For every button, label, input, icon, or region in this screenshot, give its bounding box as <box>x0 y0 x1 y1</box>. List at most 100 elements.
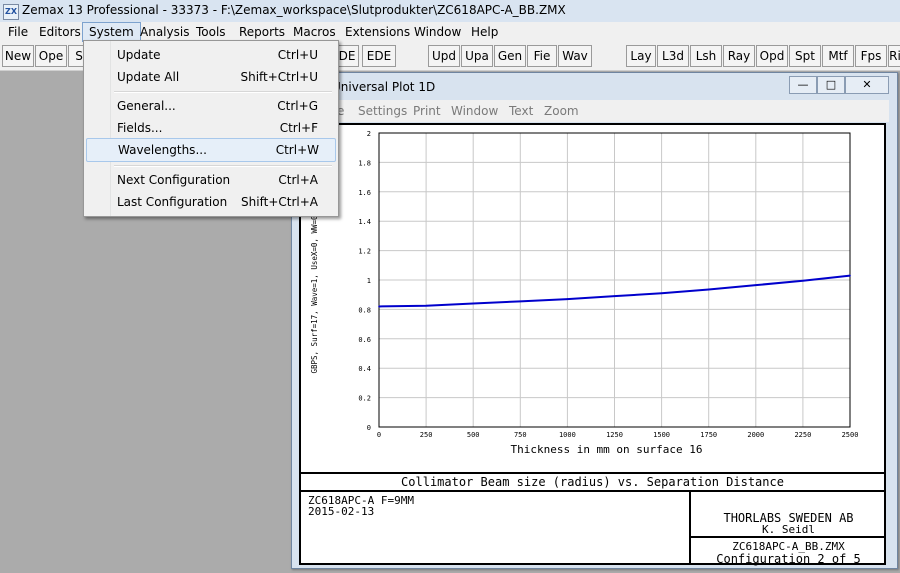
plot-window-menu: e Settings Print Window Text Zoom <box>299 100 889 122</box>
y-tick-label: 0.4 <box>358 365 371 373</box>
menu-item-next-configuration-label: Next Configuration <box>117 173 231 187</box>
x-axis-label: Thickness in mm on surface 16 <box>510 443 702 456</box>
data-point <box>707 288 710 291</box>
y-tick-label: 0.2 <box>358 395 371 403</box>
toolbar-fps-button[interactable]: Fps <box>855 45 887 67</box>
toolbar-opd-button[interactable]: Opd <box>756 45 788 67</box>
y-tick-label: 1.4 <box>358 218 371 226</box>
minimize-icon[interactable]: — <box>789 76 817 94</box>
data-point <box>613 295 616 297</box>
x-tick-label: 2000 <box>747 431 764 439</box>
menu-file[interactable]: File <box>2 23 34 41</box>
plot-area: 0 250 500 750 1000 1250 1500 1750 2000 2250 2500 0 0… <box>299 123 886 566</box>
menu-bar: File Editors System Analysis Tools Repor… <box>0 22 900 42</box>
plot-info-box: Collimator Beam size (radius) vs. Separa… <box>301 472 886 566</box>
toolbar-mtf-button[interactable]: Mtf <box>822 45 854 67</box>
y-tick-label: 2 <box>367 130 371 138</box>
menu-separator <box>114 165 332 167</box>
data-point <box>566 298 569 300</box>
menu-item-general-shortcut: Ctrl+G <box>277 99 318 113</box>
plot-menu-settings[interactable]: Settings <box>358 104 407 118</box>
toolbar-lsh-button[interactable]: Lsh <box>690 45 722 67</box>
menu-item-last-configuration-label: Last Configuration <box>117 195 228 209</box>
data-point <box>802 279 804 282</box>
data-point <box>755 284 757 286</box>
y-tick-label: 1.2 <box>358 248 371 256</box>
plot-caption: Collimator Beam size (radius) vs. Separa… <box>301 474 884 492</box>
x-tick-label: 2500 <box>842 431 859 439</box>
toolbar-fie-button[interactable]: Fie <box>527 45 557 67</box>
toolbar-ray-button[interactable]: Ray <box>723 45 755 67</box>
menu-help[interactable]: Help <box>465 23 504 41</box>
maximize-icon[interactable]: □ <box>817 76 845 94</box>
menu-extensions[interactable]: Extensions <box>339 23 416 41</box>
menu-item-update-all-label: Update All <box>117 70 180 84</box>
menu-analysis[interactable]: Analysis <box>134 23 195 41</box>
config-label: Configuration 2 of 5 <box>716 552 861 566</box>
menu-item-general[interactable]: General... Ctrl+G <box>86 95 334 117</box>
menu-item-update[interactable]: Update Ctrl+U <box>86 44 334 66</box>
toolbar-ri-button[interactable]: Ri <box>888 45 900 67</box>
menu-item-wavelengths-shortcut: Ctrl+W <box>275 143 319 157</box>
menu-reports[interactable]: Reports <box>233 23 291 41</box>
system-dropdown-menu: Update Ctrl+U Update All Shift+Ctrl+U Ge… <box>83 40 339 217</box>
x-tick-label: 250 <box>420 431 433 439</box>
window-title: Zemax 13 Professional - 33373 - F:\Zemax… <box>22 3 566 17</box>
data-point <box>660 292 663 295</box>
y-tick-label: 0 <box>367 424 371 432</box>
toolbar-upd-button[interactable]: Upd <box>428 45 460 67</box>
title-block: THORLABS SWEDEN AB K. Seidl ZC618APC-A_B… <box>689 492 886 566</box>
plot-menu-print[interactable]: Print <box>413 104 441 118</box>
menu-macros[interactable]: Macros <box>287 23 342 41</box>
toolbar-gen-button[interactable]: Gen <box>494 45 526 67</box>
y-tick-label: 1.8 <box>358 159 371 167</box>
toolbar-spt-button[interactable]: Spt <box>789 45 821 67</box>
y-tick-label: 1.6 <box>358 189 371 197</box>
title-bar: ZX Zemax 13 Professional - 33373 - F:\Ze… <box>0 0 900 23</box>
menu-tools[interactable]: Tools <box>190 23 232 41</box>
menu-item-fields-label: Fields... <box>117 121 163 135</box>
y-tick-label: 1 <box>367 277 371 285</box>
menu-item-next-configuration[interactable]: Next Configuration Ctrl+A <box>86 169 334 191</box>
menu-item-last-configuration[interactable]: Last Configuration Shift+Ctrl+A <box>86 191 334 213</box>
title-block-divider <box>691 536 886 538</box>
menu-item-update-shortcut: Ctrl+U <box>277 48 318 62</box>
x-tick-label: 1250 <box>606 431 623 439</box>
toolbar-upa-button[interactable]: Upa <box>461 45 493 67</box>
plot-menu-zoom[interactable]: Zoom <box>544 104 579 118</box>
x-tick-label: 2250 <box>794 431 811 439</box>
menu-editors[interactable]: Editors <box>33 23 87 41</box>
menu-item-fields[interactable]: Fields... Ctrl+F <box>86 117 334 139</box>
data-point <box>519 300 522 303</box>
menu-system[interactable]: System <box>82 22 141 42</box>
menu-item-general-label: General... <box>117 99 176 113</box>
menu-item-wavelengths-label: Wavelengths... <box>118 143 207 157</box>
data-point <box>849 274 851 277</box>
toolbar-wav-button[interactable]: Wav <box>558 45 592 67</box>
toolbar-lay-button[interactable]: Lay <box>626 45 656 67</box>
line-chart: 0 250 500 750 1000 1250 1500 1750 2000 2250 2500 0 0… <box>310 130 859 456</box>
menu-item-update-all[interactable]: Update All Shift+Ctrl+U <box>86 66 334 88</box>
toolbar-new-button[interactable]: New <box>2 45 34 67</box>
toolbar-ede-button[interactable]: EDE <box>362 45 396 67</box>
toolbar-l3d-button[interactable]: L3d <box>657 45 689 67</box>
menu-separator <box>114 91 332 93</box>
menu-item-update-all-shortcut: Shift+Ctrl+U <box>240 70 318 84</box>
author-label: K. Seidl <box>762 523 815 536</box>
x-tick-label: 1750 <box>700 431 717 439</box>
x-tick-label: 1500 <box>653 431 670 439</box>
y-axis-label: GBPS, Surf=17, Wave=1, UseX=0, WW=0.0 <box>310 206 319 374</box>
data-point <box>378 305 380 308</box>
plot-window-title: Universal Plot 1D <box>332 80 436 94</box>
zemax-app-icon: ZX <box>3 4 19 20</box>
menu-item-wavelengths[interactable]: Wavelengths... Ctrl+W <box>86 138 336 162</box>
x-tick-label: 1000 <box>559 431 576 439</box>
toolbar-open-button[interactable]: Ope <box>35 45 67 67</box>
close-icon[interactable]: ✕ <box>845 76 889 94</box>
x-tick-label: 750 <box>514 431 527 439</box>
menu-window[interactable]: Window <box>408 23 467 41</box>
plot-menu-text[interactable]: Text <box>509 104 533 118</box>
menu-item-next-configuration-shortcut: Ctrl+A <box>278 173 318 187</box>
plot-menu-window[interactable]: Window <box>451 104 498 118</box>
menu-item-last-configuration-shortcut: Shift+Ctrl+A <box>241 195 318 209</box>
